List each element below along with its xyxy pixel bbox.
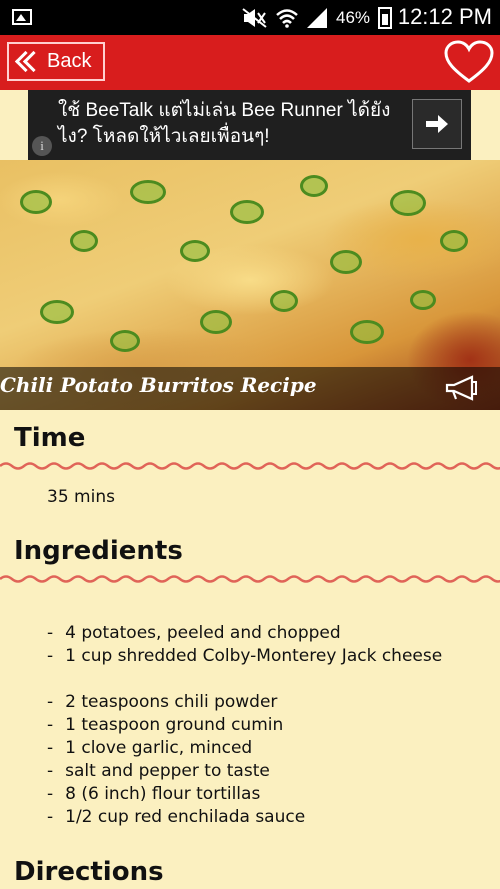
time-value: 35 mins [47,487,115,507]
battery-percent: 46% [336,8,371,27]
mute-icon [242,8,267,28]
garnish [330,250,362,274]
app-bar: Back [0,35,500,90]
ingredient-text: 4 potatoes, peeled and chopped [65,623,341,643]
garnish [110,330,140,352]
ingredient-bullet: - [47,646,54,666]
arrow-right-icon [426,115,448,133]
back-label: Back [47,50,92,72]
status-bar: 46% 12:12 PM [0,0,500,35]
ingredient-bullet: - [47,784,54,804]
ingredient-bullet: - [47,761,54,781]
garnish [410,290,436,310]
ingredient-text: 1/2 cup red enchilada sauce [65,807,306,827]
signal-icon [307,8,327,28]
section-divider [0,462,500,470]
recipe-photo: Chili Potato Burritos Recipe [0,160,500,410]
garnish [200,310,232,334]
section-heading-directions: Directions [14,857,164,887]
garnish [350,320,384,344]
ingredients-list: -4 potatoes, peeled and chopped -1 cup sh… [47,622,442,829]
garnish [70,230,98,252]
ingredient-bullet: - [47,807,54,827]
section-heading-ingredients: Ingredients [14,536,183,566]
ad-text: ใช้ BeeTalk แต่ไม่เล่น Bee Runner ได้ยัง… [58,100,391,147]
recipe-title-bar: Chili Potato Burritos Recipe [0,367,500,410]
ingredient-bullet: - [47,623,54,643]
megaphone-icon[interactable] [444,374,480,402]
garnish [270,290,298,312]
battery-icon [378,7,393,29]
section-heading-time: Time [14,423,86,453]
garnish [130,180,166,204]
garnish [440,230,468,252]
ingredient-item: -2 teaspoons chili powder [47,691,442,714]
ingredient-bullet: - [47,715,54,735]
ingredient-bullet: - [47,738,54,758]
garnish [20,190,52,214]
ingredient-text: 1 clove garlic, minced [65,738,253,758]
garnish [390,190,426,216]
ingredient-item: -1/2 cup red enchilada sauce [47,806,442,829]
back-button[interactable]: Back [7,42,105,81]
ingredient-item: -4 potatoes, peeled and chopped [47,622,442,645]
ingredient-item: - salt and pepper to taste [47,760,442,783]
ingredient-text: 2 teaspoons chili powder [65,692,278,712]
ad-banner[interactable]: ใช้ BeeTalk แต่ไม่เล่น Bee Runner ได้ยัง… [28,90,471,160]
double-chevron-left-icon [13,50,45,74]
ingredient-item: -8 (6 inch) flour tortillas [47,783,442,806]
image-icon [12,9,32,25]
clock: 12:12 PM [397,4,492,29]
section-divider [0,575,500,583]
info-icon[interactable]: i [32,136,52,156]
ingredient-item: -1 cup shredded Colby-Monterey Jack chee… [47,645,442,668]
garnish [180,240,210,262]
garnish [300,175,328,197]
ad-action-button[interactable] [412,99,462,149]
ingredient-text: 1 teaspoon ground cumin [65,715,284,735]
recipe-title: Chili Potato Burritos Recipe [0,373,317,397]
ingredient-item: -1 clove garlic, minced [47,737,442,760]
status-icons: 46% [242,7,393,29]
ingredient-text: 8 (6 inch) flour tortillas [65,784,261,804]
garnish [40,300,74,324]
garnish [230,200,264,224]
heart-icon[interactable] [444,40,494,84]
ingredient-spacer [47,668,442,691]
wifi-icon [276,9,298,28]
ingredient-text: salt and pepper to taste [65,761,270,781]
ingredient-item: -1 teaspoon ground cumin [47,714,442,737]
ingredient-text: 1 cup shredded Colby-Monterey Jack chees… [65,646,443,666]
ingredient-bullet: - [47,692,54,712]
